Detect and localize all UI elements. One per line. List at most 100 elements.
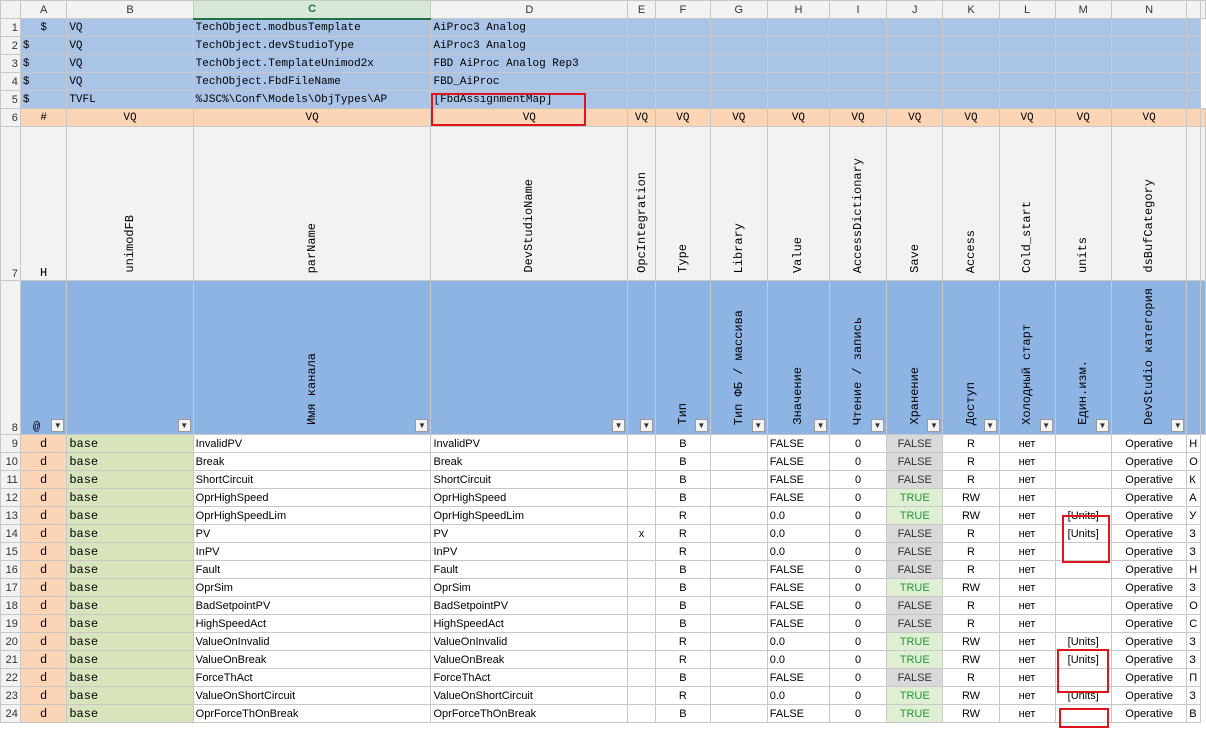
cell-empty[interactable] xyxy=(885,90,944,109)
cell-row6[interactable]: VQ xyxy=(66,108,194,127)
column-header-c[interactable]: C xyxy=(192,0,432,20)
cell-b[interactable]: base xyxy=(66,470,194,489)
cell-b[interactable]: base xyxy=(66,596,194,615)
cell-o[interactable]: В xyxy=(1186,704,1201,723)
cell-empty[interactable] xyxy=(998,90,1056,109)
cell-n[interactable]: Operative xyxy=(1110,686,1188,705)
cell-l[interactable]: нет xyxy=(998,596,1056,615)
cell-c[interactable]: ShortCircuit xyxy=(192,470,432,489)
cell-k[interactable]: RW xyxy=(942,506,1000,525)
cell-empty[interactable] xyxy=(766,90,831,109)
cell-h[interactable]: FALSE xyxy=(766,434,831,453)
cell-n[interactable]: Operative xyxy=(1110,650,1188,669)
cell-i[interactable]: 0 xyxy=(829,704,887,723)
cell-c[interactable]: OprHighSpeed xyxy=(192,488,432,507)
cell-e[interactable] xyxy=(627,704,656,723)
cell-n[interactable]: Operative xyxy=(1110,488,1188,507)
cell-k[interactable]: R xyxy=(942,596,1000,615)
cell-o[interactable]: П xyxy=(1186,668,1201,687)
cell-row6[interactable]: VQ xyxy=(1110,108,1188,127)
row-number[interactable]: 19 xyxy=(0,614,21,633)
cell-k[interactable]: R xyxy=(942,524,1000,543)
row-number[interactable]: 4 xyxy=(0,72,21,91)
cell-j[interactable]: FALSE xyxy=(885,596,944,615)
cell-l[interactable]: нет xyxy=(998,578,1056,597)
cell-a[interactable]: d xyxy=(19,668,68,687)
cell-i[interactable]: 0 xyxy=(829,614,887,633)
cell-b-meta[interactable]: VQ xyxy=(66,18,194,37)
cell-h[interactable]: FALSE xyxy=(766,596,831,615)
filter-dropdown-icon[interactable]: ▼ xyxy=(751,419,765,432)
cell-b[interactable]: base xyxy=(66,668,194,687)
cell-k[interactable]: RW xyxy=(942,704,1000,723)
cell-empty[interactable] xyxy=(885,18,944,37)
cell-empty[interactable] xyxy=(1186,108,1201,127)
cell-b[interactable]: base xyxy=(66,650,194,669)
cell-empty[interactable] xyxy=(1054,72,1112,91)
cell-empty[interactable] xyxy=(1186,126,1201,281)
cell-d[interactable]: InvalidPV xyxy=(430,434,629,453)
cell-row6[interactable]: VQ xyxy=(192,108,432,127)
cell-empty[interactable] xyxy=(885,54,944,73)
cell-a[interactable]: d xyxy=(19,560,68,579)
cell-h[interactable]: 0.0 xyxy=(766,524,831,543)
cell-d[interactable]: Break xyxy=(430,452,629,471)
cell-g[interactable] xyxy=(709,524,768,543)
cell-empty[interactable] xyxy=(942,54,1000,73)
cell-i[interactable]: 0 xyxy=(829,668,887,687)
cell-i[interactable]: 0 xyxy=(829,506,887,525)
cell-f[interactable]: R xyxy=(654,524,711,543)
cell-b[interactable]: base xyxy=(66,452,194,471)
cell-d[interactable]: ShortCircuit xyxy=(430,470,629,489)
cell-l[interactable]: нет xyxy=(998,686,1056,705)
cell-j[interactable]: FALSE xyxy=(885,470,944,489)
cell-j[interactable]: TRUE xyxy=(885,488,944,507)
cell-o[interactable]: З xyxy=(1186,632,1201,651)
cell-d[interactable]: ValueOnShortCircuit xyxy=(430,686,629,705)
row-number[interactable]: 1 xyxy=(0,18,21,37)
cell-row6[interactable]: # xyxy=(19,108,68,127)
cell-empty[interactable] xyxy=(654,72,711,91)
cell-l[interactable]: нет xyxy=(998,524,1056,543)
cell-a[interactable]: d xyxy=(19,686,68,705)
cell-c[interactable]: OprForceThOnBreak xyxy=(192,704,432,723)
cell-b[interactable]: base xyxy=(66,524,194,543)
cell-row6[interactable]: VQ xyxy=(942,108,1000,127)
cell-m[interactable] xyxy=(1054,488,1112,507)
cell-g[interactable] xyxy=(709,578,768,597)
cell-c-meta[interactable]: TechObject.devStudioType xyxy=(192,36,432,55)
cell-e[interactable] xyxy=(627,542,656,561)
column-header-e[interactable]: E xyxy=(627,0,656,19)
cell-i[interactable]: 0 xyxy=(829,686,887,705)
label-header[interactable]: Чтение / запись ▼ xyxy=(829,280,887,435)
cell-i[interactable]: 0 xyxy=(829,470,887,489)
cell-f[interactable]: B xyxy=(654,704,711,723)
cell-d[interactable]: OprHighSpeedLim xyxy=(430,506,629,525)
cell-empty[interactable] xyxy=(627,36,656,55)
cell-empty[interactable] xyxy=(766,18,831,37)
cell-m[interactable] xyxy=(1054,668,1112,687)
cell-row6[interactable]: VQ xyxy=(885,108,944,127)
cell-a[interactable]: d xyxy=(19,452,68,471)
label-header[interactable]: Тип ФБ / массива ▼ xyxy=(709,280,768,435)
cell-b-meta[interactable]: VQ xyxy=(66,36,194,55)
cell-h[interactable]: FALSE xyxy=(766,668,831,687)
cell-row6[interactable]: VQ xyxy=(766,108,831,127)
cell-g[interactable] xyxy=(709,488,768,507)
cell-e[interactable] xyxy=(627,452,656,471)
cell-d-meta[interactable]: FBD_AiProc xyxy=(430,72,629,91)
row-number[interactable]: 22 xyxy=(0,668,21,687)
column-header-j[interactable]: J xyxy=(885,0,944,19)
label-header[interactable]: Значение ▼ xyxy=(766,280,831,435)
cell-a-meta[interactable]: $ xyxy=(19,90,68,109)
cell-c-meta[interactable]: TechObject.modbusTemplate xyxy=(192,18,432,37)
cell-empty[interactable] xyxy=(1186,18,1201,37)
label-header[interactable]: @ ▼ xyxy=(19,280,68,435)
field-header-access[interactable]: Access xyxy=(942,126,1000,281)
cell-empty[interactable] xyxy=(654,36,711,55)
cell-k[interactable]: R xyxy=(942,434,1000,453)
cell-g[interactable] xyxy=(709,704,768,723)
cell-l[interactable]: нет xyxy=(998,470,1056,489)
cell-empty[interactable] xyxy=(654,90,711,109)
cell-empty[interactable] xyxy=(627,90,656,109)
